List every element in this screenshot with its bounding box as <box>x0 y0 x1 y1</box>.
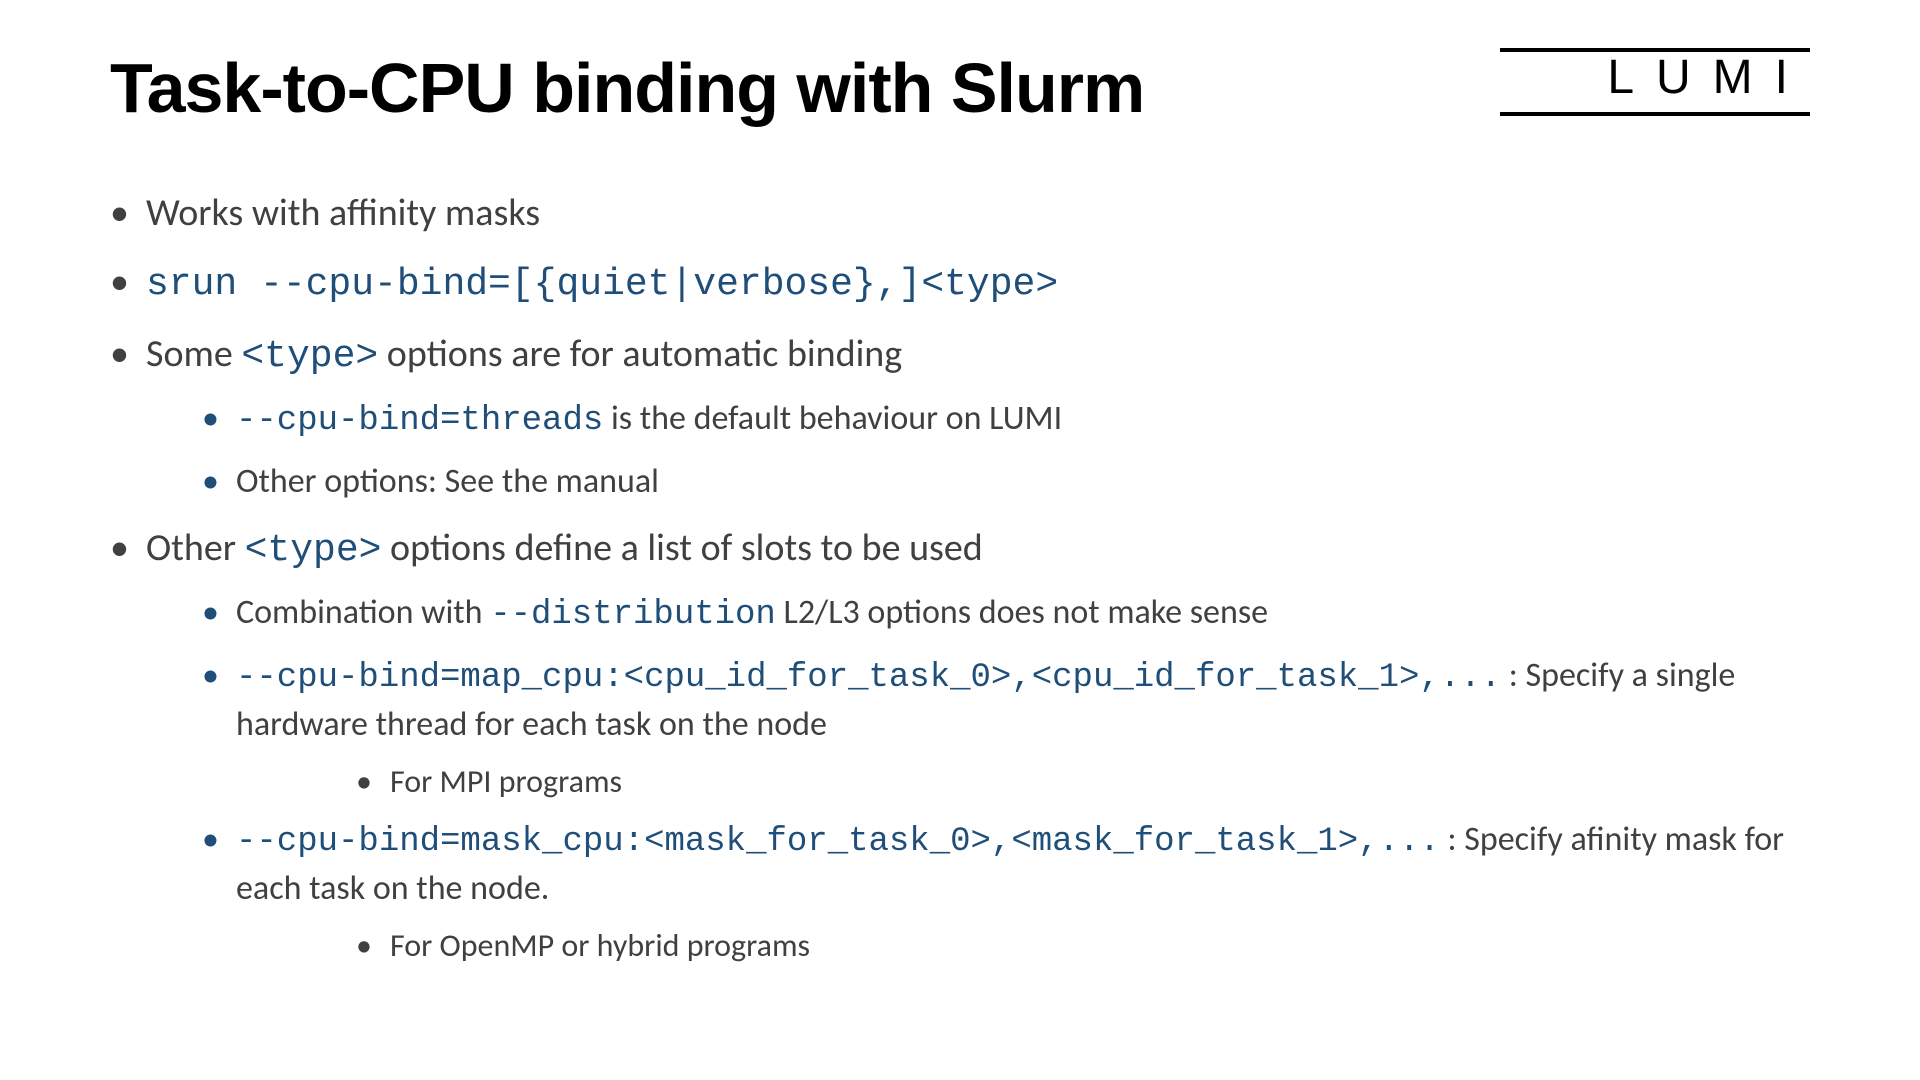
subsub-bullet-openmp: For OpenMP or hybrid programs <box>356 924 1810 967</box>
text: Works with affinity masks <box>146 190 540 236</box>
sub-bullet-map-cpu: --cpu-bind=map_cpu:<cpu_id_for_task_0>,<… <box>202 653 1810 803</box>
sub-bullet-combination-distribution: Combination with --distribution L2/L3 op… <box>202 590 1810 639</box>
logo-bottom-rule <box>1500 112 1810 116</box>
text-post: options define a list of slots to be use… <box>381 525 982 571</box>
subsublist: For OpenMP or hybrid programs <box>356 924 1810 967</box>
bullet-other-type-options: Other <type> options define a list of sl… <box>110 523 1810 967</box>
sub-bullet-cpu-bind-threads: --cpu-bind=threads is the default behavi… <box>202 396 1810 445</box>
sub-bullet-mask-cpu: --cpu-bind=mask_cpu:<mask_for_task_0>,<m… <box>202 817 1810 967</box>
text-post: L2/L3 options does not make sense <box>776 592 1268 633</box>
text: is the default behaviour on LUMI <box>603 398 1062 439</box>
slide-title: Task-to-CPU binding with Slurm <box>110 48 1810 128</box>
sublist: Combination with --distribution L2/L3 op… <box>202 590 1810 967</box>
code: --cpu-bind=threads <box>236 402 603 440</box>
text: Other options: See the manual <box>236 461 659 502</box>
text-post: options are for automatic binding <box>378 331 902 377</box>
code: <type> <box>245 529 382 572</box>
code: --cpu-bind=map_cpu:<cpu_id_for_task_0>,<… <box>236 659 1501 697</box>
sublist: --cpu-bind=threads is the default behavi… <box>202 396 1810 505</box>
bullet-srun-command: srun --cpu-bind=[{quiet|verbose},]<type> <box>110 257 1810 310</box>
code: --cpu-bind=mask_cpu:<mask_for_task_0>,<m… <box>236 823 1440 861</box>
bullet-works-with-affinity: Works with affinity masks <box>110 188 1810 239</box>
lumi-logo: LUMI <box>1607 50 1810 105</box>
subsub-bullet-mpi: For MPI programs <box>356 760 1810 803</box>
bullet-some-type-options: Some <type> options are for automatic bi… <box>110 329 1810 505</box>
code: <type> <box>241 335 378 378</box>
subsublist: For MPI programs <box>356 760 1810 803</box>
text: For MPI programs <box>390 762 622 801</box>
text: For OpenMP or hybrid programs <box>390 926 810 965</box>
bullet-list: Works with affinity masks srun --cpu-bin… <box>110 188 1810 967</box>
code: --distribution <box>490 596 776 634</box>
text-pre: Combination with <box>236 592 490 633</box>
code: srun --cpu-bind=[{quiet|verbose},]<type> <box>146 263 1058 306</box>
text-pre: Some <box>146 331 241 377</box>
slide: LUMI Task-to-CPU binding with Slurm Work… <box>0 0 1920 1080</box>
sub-bullet-other-options: Other options: See the manual <box>202 459 1810 505</box>
text-pre: Other <box>146 525 245 571</box>
